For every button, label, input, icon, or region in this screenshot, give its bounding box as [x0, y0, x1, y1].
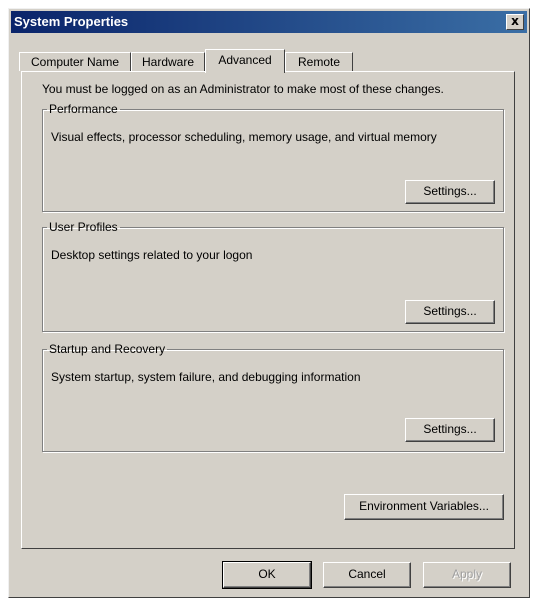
cancel-button[interactable]: Cancel [323, 562, 411, 588]
tab-hardware[interactable]: Hardware [131, 52, 205, 71]
system-properties-window: System Properties x Computer Name Hardwa… [8, 8, 530, 598]
environment-variables-button[interactable]: Environment Variables... [344, 494, 504, 520]
startup-recovery-description: System startup, system failure, and debu… [51, 370, 361, 384]
performance-settings-button[interactable]: Settings... [405, 180, 495, 204]
admin-notice: You must be logged on as an Administrato… [42, 82, 444, 96]
startup-recovery-group: Startup and Recovery System startup, sys… [42, 342, 504, 452]
tab-computer-name[interactable]: Computer Name [19, 52, 131, 71]
apply-button[interactable]: Apply [423, 562, 511, 588]
user-profiles-settings-button[interactable]: Settings... [405, 300, 495, 324]
ok-button[interactable]: OK [222, 561, 312, 589]
startup-recovery-group-title: Startup and Recovery [49, 342, 166, 356]
startup-recovery-settings-button[interactable]: Settings... [405, 418, 495, 442]
performance-group-title: Performance [49, 102, 118, 116]
user-profiles-group-title: User Profiles [49, 220, 118, 234]
title-bar[interactable]: System Properties x [11, 11, 527, 33]
tab-advanced[interactable]: Advanced [205, 49, 285, 73]
tab-remote[interactable]: Remote [285, 52, 353, 71]
window-title: System Properties [14, 14, 129, 29]
advanced-tab-panel: You must be logged on as an Administrato… [21, 71, 515, 549]
close-icon[interactable]: x [506, 14, 524, 30]
performance-description: Visual effects, processor scheduling, me… [51, 130, 437, 144]
user-profiles-description: Desktop settings related to your logon [51, 248, 253, 262]
performance-group: Performance Visual effects, processor sc… [42, 102, 504, 212]
user-profiles-group: User Profiles Desktop settings related t… [42, 220, 504, 332]
